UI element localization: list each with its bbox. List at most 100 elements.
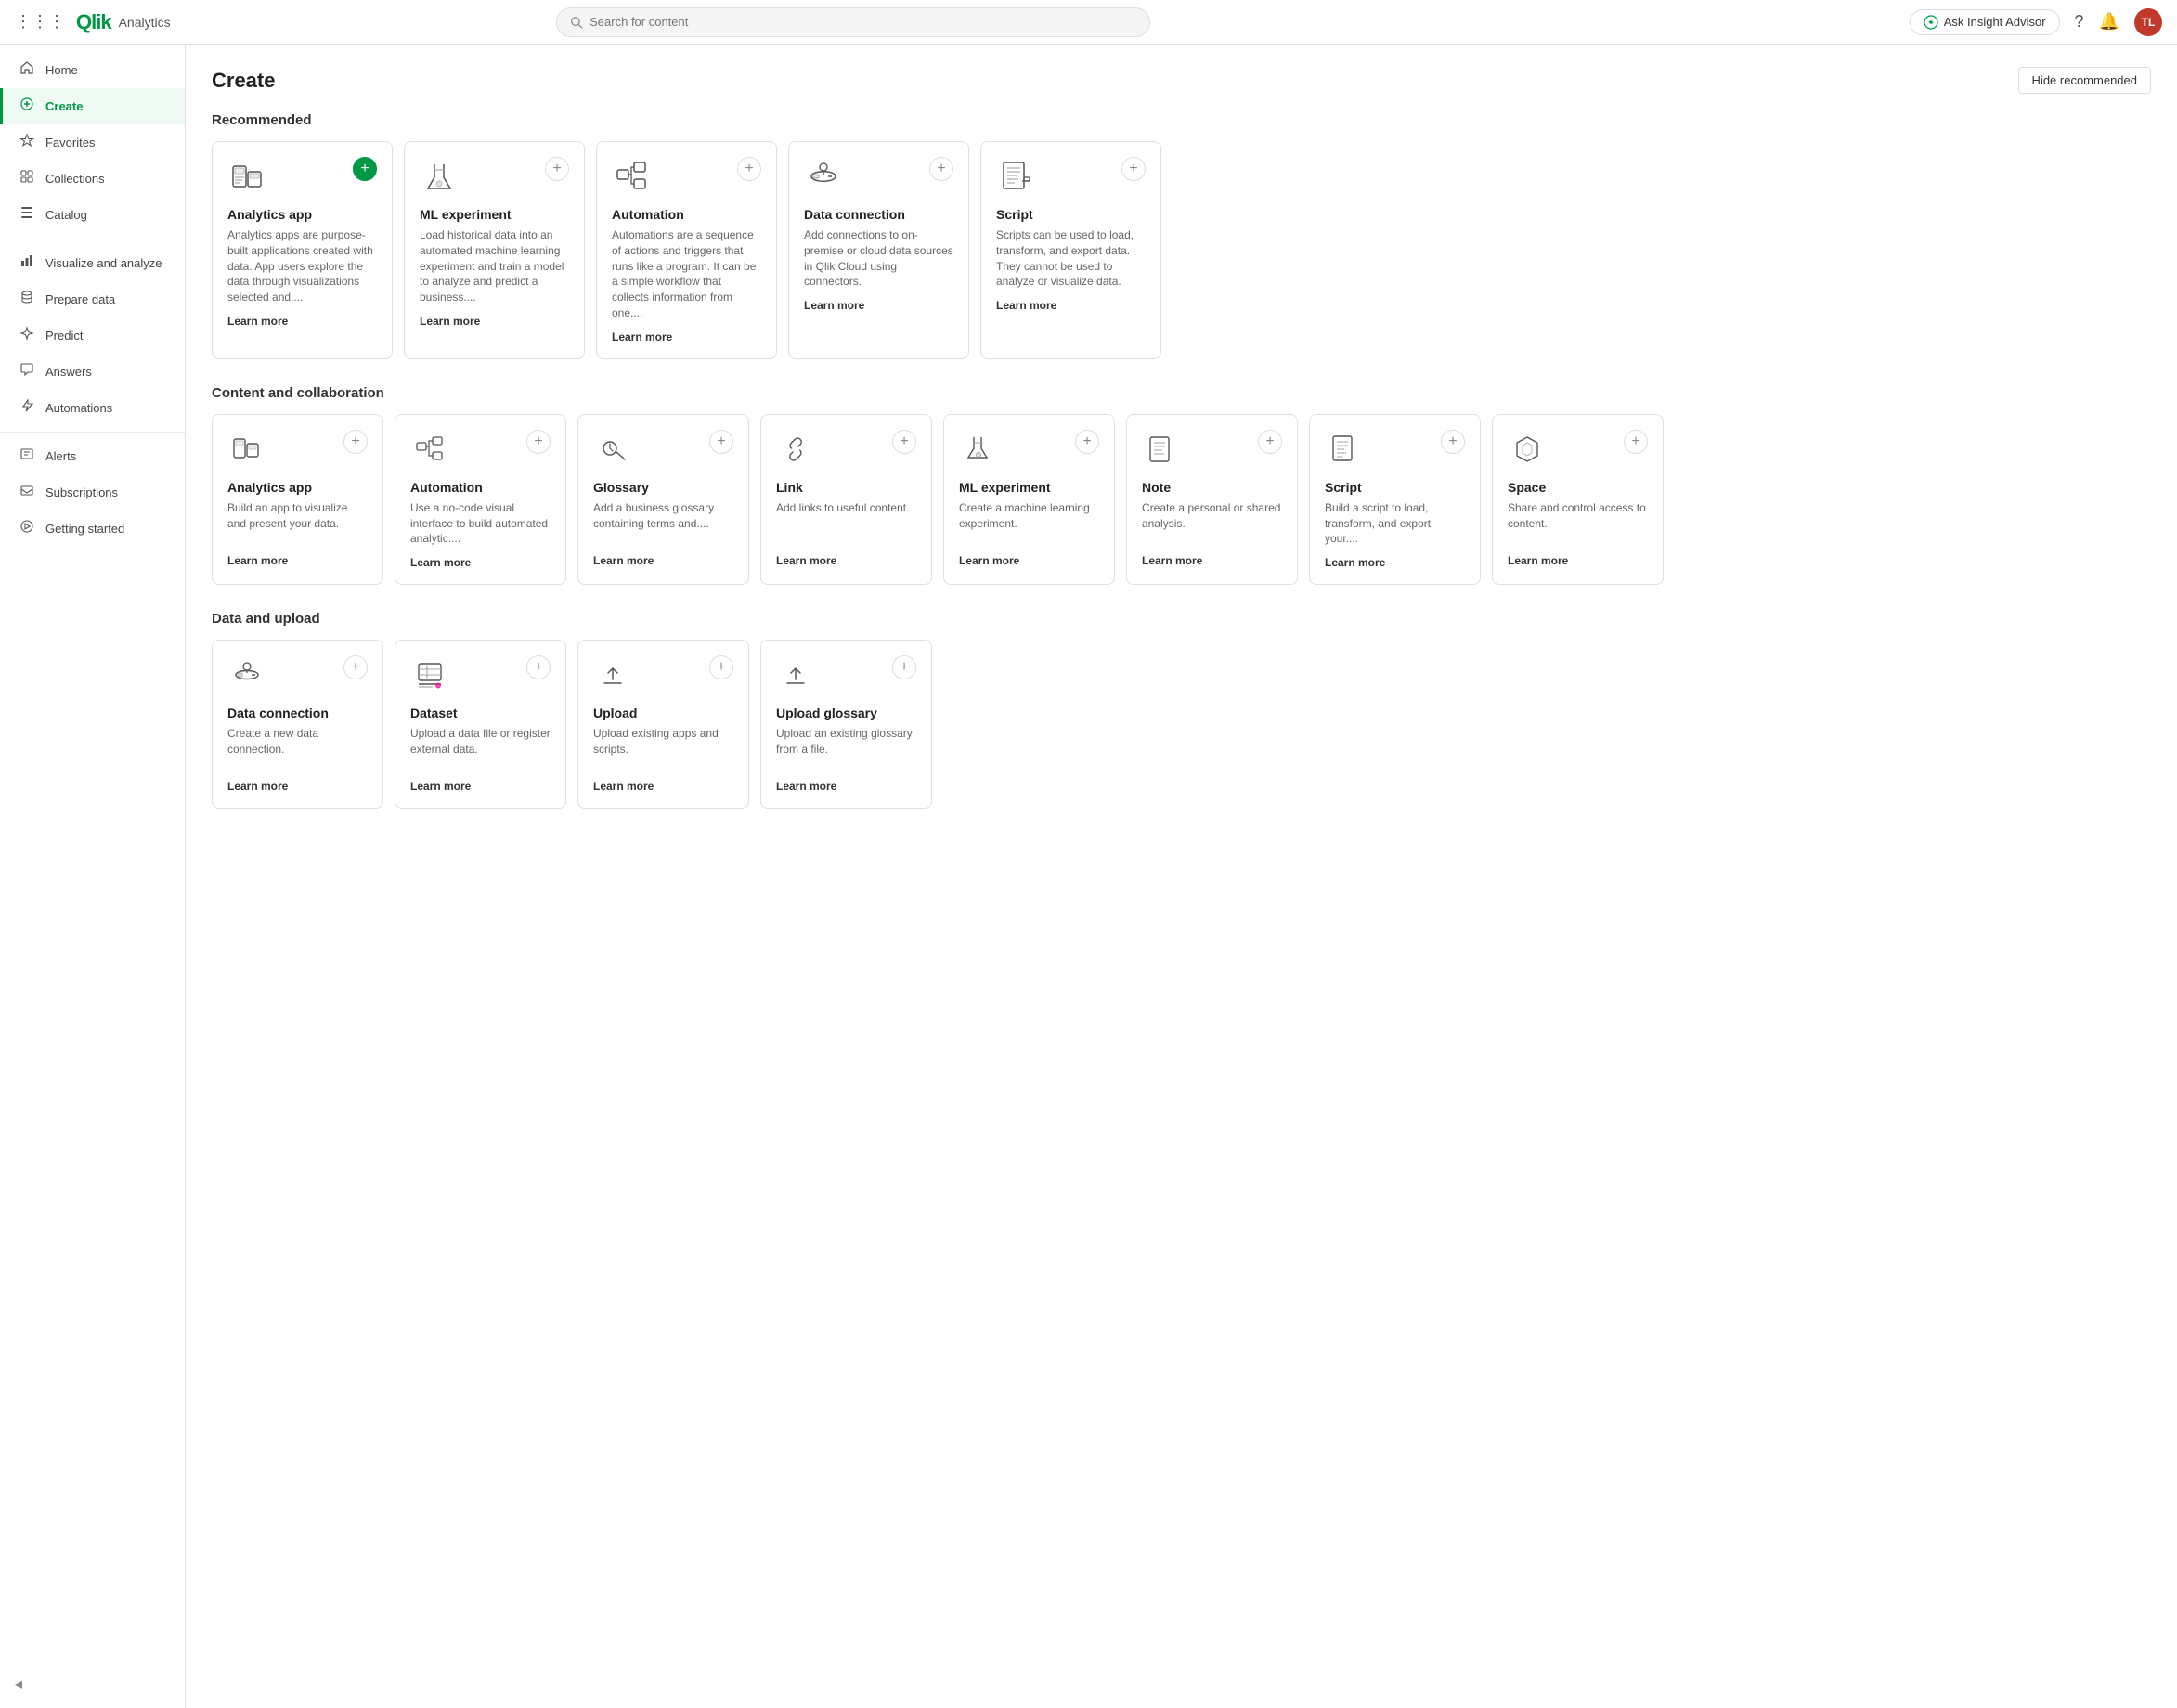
insight-advisor-button[interactable]: Ask Insight Advisor [1910,9,2060,35]
sidebar-item-catalog[interactable]: Catalog [0,197,185,233]
card-space-cc[interactable]: + Space Share and control access to cont… [1492,414,1664,585]
dataset-add-button[interactable]: + [526,655,551,679]
qlik-logo: Qlik [76,10,111,34]
sidebar-item-visualize[interactable]: Visualize and analyze [0,245,185,281]
glossary-add-button[interactable]: + [709,430,733,454]
note-add-button[interactable]: + [1258,430,1282,454]
data-connection-add-button[interactable]: + [929,157,953,181]
sidebar-collapse-button[interactable]: ◂ [15,1676,22,1692]
sidebar-item-predict[interactable]: Predict [0,317,185,354]
section-data-upload: Data and upload + [212,611,2151,809]
script-cc-icon [1325,430,1364,469]
script-cc-add-button[interactable]: + [1441,430,1465,454]
sidebar-item-create[interactable]: Create [0,88,185,124]
sidebar-item-answers[interactable]: Answers [0,354,185,390]
card-learn-more[interactable]: Learn more [996,299,1146,312]
upload-glossary-add-button[interactable]: + [892,655,916,679]
card-learn-more[interactable]: Learn more [776,780,916,793]
search-bar[interactable] [556,7,1150,37]
collections-icon [18,169,36,188]
analytics-app-add-button[interactable]: + [353,157,377,181]
card-desc: Analytics apps are purpose-built applica… [227,227,377,305]
card-script-cc[interactable]: + Script Build a script to load, transfo… [1309,414,1481,585]
sidebar-item-favorites[interactable]: Favorites [0,124,185,161]
card-automation-cc[interactable]: + Automation Use a no-code visual interf… [395,414,566,585]
card-learn-more[interactable]: Learn more [1325,556,1465,569]
sidebar-item-prepare[interactable]: Prepare data [0,281,185,317]
card-name: Automation [612,207,761,222]
search-input[interactable] [590,15,1136,29]
sidebar-label-collections: Collections [45,172,105,186]
card-learn-more[interactable]: Learn more [593,780,733,793]
card-name: Data connection [227,705,368,720]
hide-recommended-button[interactable]: Hide recommended [2018,67,2151,94]
card-upload-glossary-du[interactable]: + Upload glossary Upload an existing glo… [760,640,932,809]
card-upload-du[interactable]: + Upload Upload existing apps and script… [577,640,749,809]
card-name: Link [776,480,916,495]
card-learn-more[interactable]: Learn more [227,315,377,328]
sidebar-item-getting-started[interactable]: Getting started [0,511,185,547]
card-analytics-app-recommended[interactable]: + Analytics app Analytics apps are purpo… [212,141,393,359]
card-top: + [593,655,733,694]
card-desc: Upload an existing glossary from a file. [776,726,916,770]
card-script-recommended[interactable]: + Script Scripts can be used to load, tr… [980,141,1161,359]
sidebar-item-alerts[interactable]: Alerts [0,438,185,474]
analytics-app-cc-add-button[interactable]: + [343,430,368,454]
space-add-button[interactable]: + [1624,430,1648,454]
avatar[interactable]: TL [2134,8,2162,36]
card-learn-more[interactable]: Learn more [1142,554,1282,567]
card-ml-experiment-cc[interactable]: + ML experiment Create a machine learnin… [943,414,1115,585]
notifications-icon[interactable]: 🔔 [2099,12,2119,32]
card-learn-more[interactable]: Learn more [804,299,953,312]
card-desc: Share and control access to content. [1508,500,1648,545]
card-automation-recommended[interactable]: + Automation Automations are a sequence … [596,141,777,359]
card-learn-more[interactable]: Learn more [612,330,761,343]
sidebar-item-home[interactable]: Home [0,52,185,88]
section-recommended: Recommended [212,112,2151,359]
script-add-button[interactable]: + [1121,157,1146,181]
automation-cc-icon [410,430,449,469]
card-name: Space [1508,480,1648,495]
upload-add-button[interactable]: + [709,655,733,679]
card-learn-more[interactable]: Learn more [410,556,551,569]
card-learn-more[interactable]: Learn more [420,315,569,328]
grid-icon[interactable]: ⋮⋮⋮ [15,12,65,32]
card-ml-experiment-recommended[interactable]: + ML experiment Load historical data int… [404,141,585,359]
card-data-connection-du[interactable]: + Data connection Create a new data conn… [212,640,383,809]
help-icon[interactable]: ? [2075,12,2084,32]
card-note-cc[interactable]: + Note Create a personal or shared analy… [1126,414,1298,585]
automation-cc-add-button[interactable]: + [526,430,551,454]
card-learn-more[interactable]: Learn more [410,780,551,793]
card-learn-more[interactable]: Learn more [227,554,368,567]
visualize-icon [18,253,36,273]
ml-experiment-cc-icon [959,430,998,469]
recommended-cards-grid: + Analytics app Analytics apps are purpo… [212,141,2151,359]
card-desc: Automations are a sequence of actions an… [612,227,761,321]
card-top: + [593,430,733,469]
card-top: + [996,157,1146,196]
ml-experiment-cc-add-button[interactable]: + [1075,430,1099,454]
card-learn-more[interactable]: Learn more [1508,554,1648,567]
data-connection-du-add-button[interactable]: + [343,655,368,679]
card-learn-more[interactable]: Learn more [959,554,1099,567]
card-dataset-du[interactable]: + Dataset Upload a data file or register… [395,640,566,809]
sidebar-item-collections[interactable]: Collections [0,161,185,197]
link-add-button[interactable]: + [892,430,916,454]
ml-experiment-add-button[interactable]: + [545,157,569,181]
card-learn-more[interactable]: Learn more [593,554,733,567]
card-top: + [227,157,377,196]
card-name: Automation [410,480,551,495]
sidebar-item-automations[interactable]: Automations [0,390,185,426]
sidebar-item-subscriptions[interactable]: Subscriptions [0,474,185,511]
layout: Home Create Favorites Collections Catalo… [0,45,2177,1708]
card-link-cc[interactable]: + Link Add links to useful content. Lear… [760,414,932,585]
card-glossary-cc[interactable]: + Glossary Add a business glossary conta… [577,414,749,585]
card-learn-more[interactable]: Learn more [227,780,368,793]
main-content: Create Hide recommended Recommended [186,45,2177,1708]
card-learn-more[interactable]: Learn more [776,554,916,567]
card-data-connection-recommended[interactable]: + Data connection Add connections to on-… [788,141,969,359]
card-analytics-app-cc[interactable]: + Analytics app Build an app to visualiz… [212,414,383,585]
card-name: Script [996,207,1146,222]
sidebar-label-getting-started: Getting started [45,522,124,536]
automation-add-button[interactable]: + [737,157,761,181]
